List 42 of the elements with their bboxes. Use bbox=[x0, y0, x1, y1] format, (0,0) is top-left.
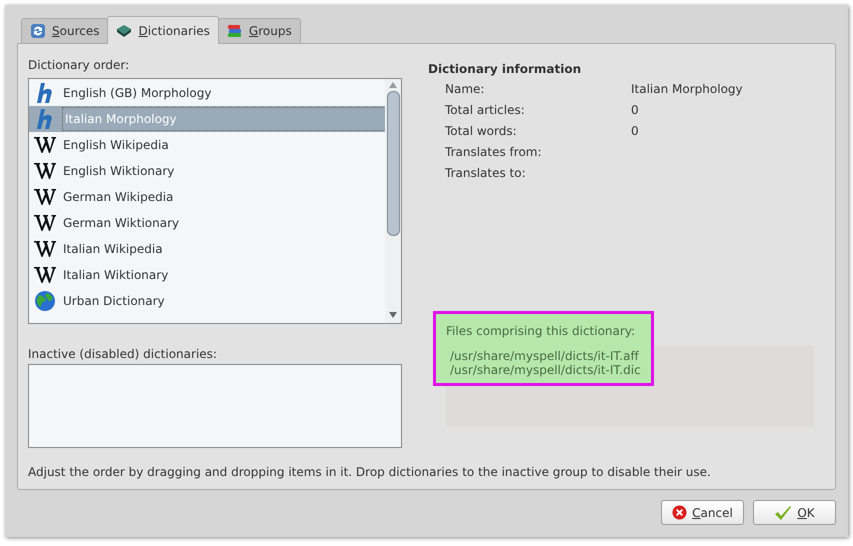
field-label: Total words: bbox=[445, 124, 518, 138]
file-path: /usr/share/myspell/dicts/it-IT.aff bbox=[449, 349, 640, 363]
field-value: 0 bbox=[631, 103, 640, 117]
letter-w-icon bbox=[33, 214, 57, 232]
dictionary-list[interactable]: English (GB) Morphology Italian Morphology English Wikipedia English Wiktionary German Wikipedia German Wiktionary Italian Wikipedia Italian Wiktionary Urban Dictionary bbox=[28, 78, 402, 324]
dictionary-item[interactable]: English Wikipedia bbox=[29, 132, 385, 158]
scrollbar[interactable] bbox=[385, 79, 401, 323]
globe-icon bbox=[33, 290, 57, 312]
letter-w-icon bbox=[33, 188, 57, 206]
field-label: Name: bbox=[445, 82, 486, 96]
files-label: Files comprising this dictionary: bbox=[446, 324, 636, 338]
dictionary-item[interactable]: English Wiktionary bbox=[29, 158, 385, 184]
letter-w-icon bbox=[33, 240, 57, 258]
dictionary-item[interactable]: Urban Dictionary bbox=[29, 288, 385, 314]
file-path: /usr/share/myspell/dicts/it-IT.dic bbox=[449, 363, 641, 377]
dictionary-item[interactable]: Italian Wikipedia bbox=[29, 236, 385, 262]
hint-text: Adjust the order by dragging and dropping items in it. Drop dictionaries to the inactive group to disable their use. bbox=[28, 465, 712, 479]
dictionary-item[interactable]: English (GB) Morphology bbox=[29, 80, 385, 106]
ok-button[interactable]: OK bbox=[753, 500, 836, 525]
field-value: 0 bbox=[631, 124, 640, 138]
tab[interactable]: Groups bbox=[218, 18, 301, 43]
letter-w-icon bbox=[33, 266, 57, 284]
check-icon bbox=[774, 504, 792, 520]
field-value: Italian Morphology bbox=[631, 82, 744, 96]
tab[interactable]: Dictionaries bbox=[107, 16, 219, 44]
list-label: Dictionary order: bbox=[28, 58, 130, 74]
refresh-icon bbox=[30, 23, 46, 39]
letter-w-icon bbox=[33, 162, 57, 180]
letter-w-icon bbox=[33, 136, 57, 154]
inactive-label: Inactive (disabled) dictionaries: bbox=[28, 347, 218, 363]
cancel-button[interactable]: Cancel bbox=[661, 500, 744, 525]
dictionary-item[interactable]: German Wiktionary bbox=[29, 210, 385, 236]
cancel-icon bbox=[672, 505, 688, 520]
tab[interactable]: Sources bbox=[21, 18, 108, 43]
dictionary-item[interactable]: German Wikipedia bbox=[29, 184, 385, 210]
scroll-up-icon[interactable] bbox=[389, 82, 397, 88]
field-label: Translates to: bbox=[445, 166, 527, 180]
field-label: Translates from: bbox=[445, 145, 543, 159]
field-label: Total articles: bbox=[445, 103, 526, 117]
scroll-down-icon[interactable] bbox=[389, 312, 397, 318]
dictionary-item[interactable]: Italian Wiktionary bbox=[29, 262, 385, 288]
info-title: Dictionary information bbox=[428, 62, 582, 76]
